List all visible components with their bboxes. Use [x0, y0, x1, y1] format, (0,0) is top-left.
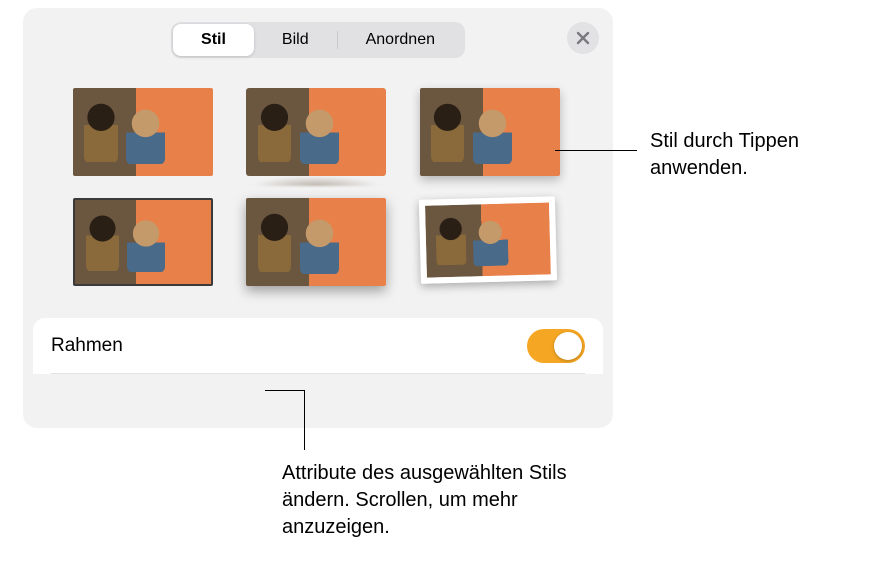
- style-thumbnail-polaroid[interactable]: [419, 196, 561, 288]
- tab-stil[interactable]: Stil: [173, 24, 254, 56]
- option-row-frame: Rahmen: [51, 318, 585, 374]
- close-icon: [576, 31, 590, 45]
- frame-label: Rahmen: [51, 335, 123, 357]
- style-thumbnail-border[interactable]: [73, 198, 213, 286]
- style-grid: [23, 62, 613, 306]
- tabs-segmented-control: Stil Bild Anordnen: [171, 22, 465, 58]
- callout-apply-style: Stil durch Tippen anwenden.: [650, 128, 880, 182]
- style-thumbnail-reflection[interactable]: [246, 88, 386, 176]
- tab-anordnen[interactable]: Anordnen: [338, 24, 463, 56]
- close-button[interactable]: [567, 22, 599, 54]
- callout-leader-line: [555, 150, 637, 151]
- callout-attributes: Attribute des ausgewählten Stils ändern.…: [282, 460, 602, 541]
- callout-leader-line: [265, 390, 305, 391]
- style-thumbnail-shadow-soft[interactable]: [420, 88, 560, 176]
- format-panel: Stil Bild Anordnen Rahmen: [23, 8, 613, 428]
- tab-bild[interactable]: Bild: [254, 24, 337, 56]
- frame-toggle[interactable]: [527, 329, 585, 363]
- style-options-panel[interactable]: Rahmen: [33, 318, 603, 374]
- callout-leader-line: [304, 390, 305, 450]
- style-thumbnail-plain[interactable]: [73, 88, 213, 176]
- tab-bar: Stil Bild Anordnen: [23, 8, 613, 62]
- style-thumbnail-shadow-strong[interactable]: [246, 198, 386, 286]
